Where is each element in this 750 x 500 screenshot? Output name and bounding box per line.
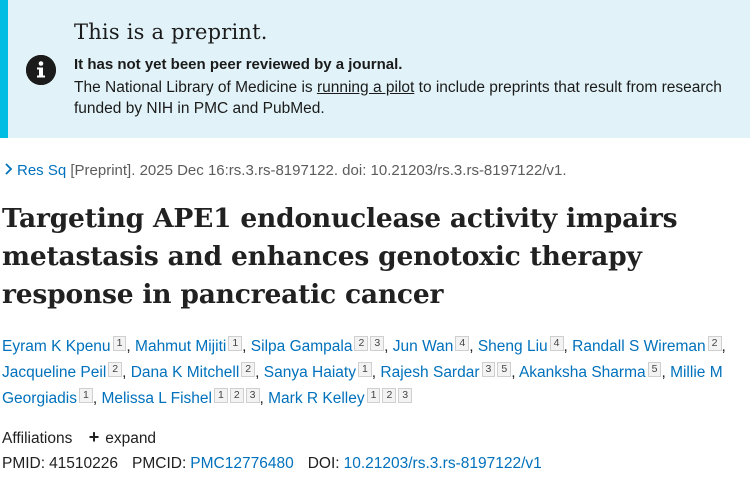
running-pilot-link[interactable]: running a pilot [317,79,414,96]
pmcid-link[interactable]: PMC12776480 [190,455,293,472]
affiliation-badge[interactable]: 2 [354,336,369,351]
affiliation-badge[interactable]: 2 [707,336,722,351]
author-separator: , [661,364,671,381]
affiliation-badge[interactable]: 5 [647,362,662,377]
article-ids: PMID: 41510226 PMCID: PMC12776480 DOI: 10.212… [2,455,542,473]
author-link[interactable]: Silpa Gampala [251,338,353,355]
author-link[interactable]: Rajesh Sardar [380,364,479,381]
plus-icon: + [88,427,100,447]
author-separator: , [255,364,264,381]
affiliation-badge[interactable]: 2 [241,362,256,377]
banner-text-before: The National Library of Medicine is [74,79,317,96]
affiliations-label: Affiliations [2,430,73,447]
doi-label: DOI: [307,455,340,472]
affiliation-badge[interactable]: 4 [455,336,470,351]
author-link[interactable]: Dana K Mitchell [131,364,240,381]
journal-link[interactable]: Res Sq [17,162,66,179]
author-link[interactable]: Jun Wan [393,338,454,355]
article-title: Targeting APE1 endonuclease activity imp… [2,203,678,310]
author-link[interactable]: Sanya Haiaty [264,364,356,381]
affiliation-badge[interactable]: 1 [228,336,243,351]
author-separator: , [122,364,131,381]
pmcid-label: PMCID: [132,455,187,472]
info-icon [26,55,56,85]
author-link[interactable]: Akanksha Sharma [519,364,646,381]
pmid-label: PMID: [2,455,46,472]
expand-affiliations-button[interactable]: + expand [88,427,157,447]
author-separator: , [469,338,478,355]
author-link[interactable]: Randall S Wireman [572,338,706,355]
affiliation-badge[interactable]: 3 [481,362,496,377]
affiliation-badge[interactable]: 1 [78,388,93,403]
affiliation-badge[interactable]: 3 [245,388,260,403]
affiliation-badge[interactable]: 3 [398,388,413,403]
chevron-right-icon[interactable] [4,163,13,178]
doi-link[interactable]: 10.21203/rs.3.rs-8197122/v1 [344,455,542,472]
citation-details: [Preprint]. 2025 Dec 16:rs.3.rs-8197122.… [66,162,567,179]
affiliation-badge[interactable]: 1 [112,336,127,351]
author-separator: , [384,338,393,355]
banner-notice: It has not yet been peer reviewed by a j… [74,56,403,73]
expand-label: expand [105,430,157,447]
author-separator: , [563,338,573,355]
author-link[interactable]: Mahmut Mijiti [135,338,226,355]
affiliation-badge[interactable]: 5 [497,362,512,377]
author-separator: , [511,364,519,381]
affiliation-badge[interactable]: 3 [370,336,385,351]
author-separator: , [259,390,269,407]
affiliation-badge[interactable]: 2 [382,388,397,403]
affiliation-badge[interactable]: 1 [213,388,228,403]
affiliation-badge[interactable]: 1 [357,362,372,377]
banner-title: This is a preprint. [74,20,268,44]
author-separator: , [721,338,726,355]
author-link[interactable]: Mark R Kelley [268,390,364,407]
author-link[interactable]: Melissa L Fishel [101,390,212,407]
affiliation-badge[interactable]: 2 [229,388,244,403]
preprint-banner: This is a preprint. It has not yet been … [0,0,750,138]
pmid-value: 41510226 [49,455,119,472]
author-link[interactable]: Jacqueline Peil [2,364,106,381]
affiliation-badge[interactable]: 2 [108,362,123,377]
affiliation-badge[interactable]: 1 [366,388,381,403]
citation-line: Res Sq [Preprint]. 2025 Dec 16:rs.3.rs-8… [4,162,567,179]
author-separator: , [242,338,251,355]
author-separator: , [126,338,136,355]
affiliations-row: Affiliations + expand [2,427,156,448]
banner-text: The National Library of Medicine is runn… [74,77,744,119]
author-link[interactable]: Eyram K Kpenu [2,338,111,355]
author-list: Eyram K Kpenu 1, Mahmut Mijiti 1, Silpa Ga… [2,334,747,412]
affiliation-badge[interactable]: 4 [549,336,564,351]
author-link[interactable]: Sheng Liu [478,338,548,355]
